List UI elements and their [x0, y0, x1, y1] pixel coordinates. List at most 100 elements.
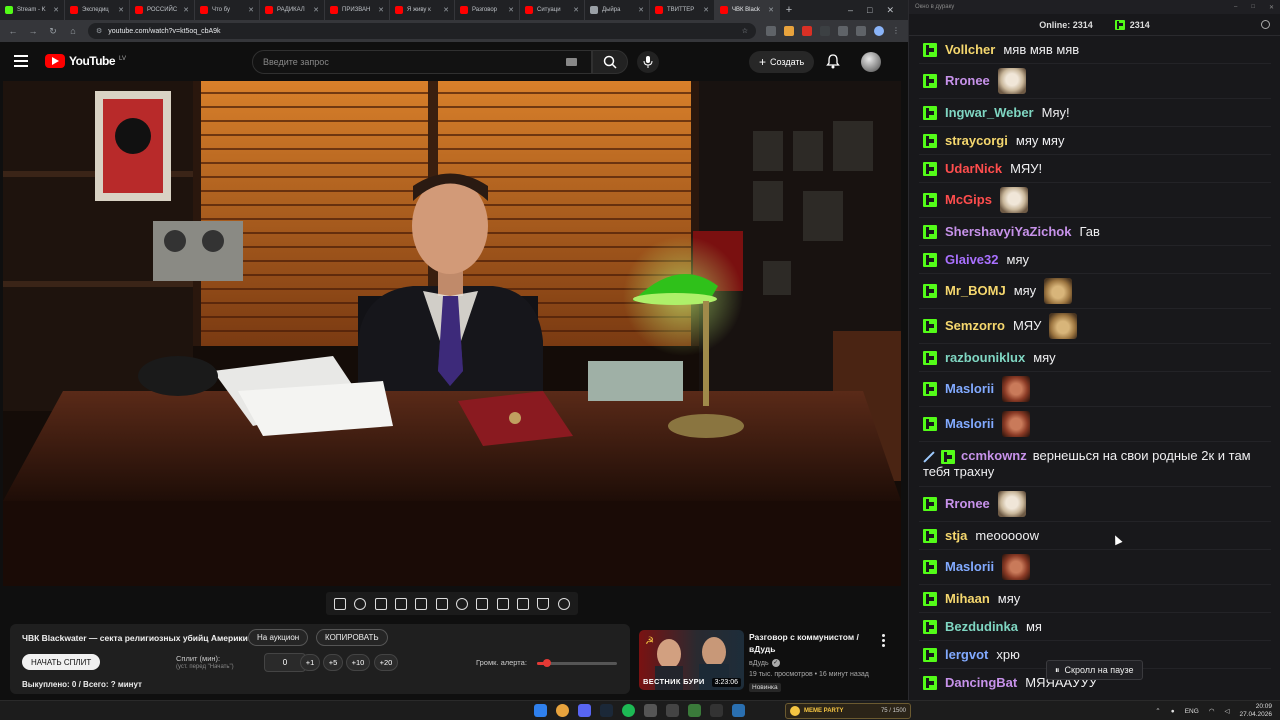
- tab-close-icon[interactable]: ✕: [378, 6, 384, 14]
- tab-close-icon[interactable]: ✕: [313, 6, 319, 14]
- tab-close-icon[interactable]: ✕: [118, 6, 124, 14]
- chat-username[interactable]: Mihaan: [945, 591, 990, 607]
- clapperboard-icon[interactable]: [395, 597, 408, 610]
- close-icon[interactable]: ✕: [886, 5, 894, 16]
- step-plus-20-button[interactable]: +20: [374, 654, 398, 671]
- minimize-icon[interactable]: –: [1234, 4, 1237, 11]
- new-tab-button[interactable]: +: [780, 4, 798, 16]
- home-icon[interactable]: ⌂: [68, 26, 78, 36]
- create-button[interactable]: + Создать: [749, 51, 815, 73]
- recommended-title[interactable]: Разговор с коммунистом / вДудь: [749, 631, 874, 655]
- search-input[interactable]: Введите запрос: [252, 50, 592, 74]
- chat-message-list[interactable]: Vollcher мяв мяв мяв Rronee Ingwar_Weber Мяу…: [919, 36, 1271, 692]
- discord-icon[interactable]: [578, 704, 591, 717]
- minimize-icon[interactable]: –: [848, 5, 853, 16]
- tab-close-icon[interactable]: ✕: [508, 6, 514, 14]
- windows-start-icon[interactable]: [534, 704, 547, 717]
- speed-icon[interactable]: [456, 597, 469, 610]
- chat-settings-icon[interactable]: [1261, 20, 1270, 29]
- language-indicator[interactable]: ENG: [1185, 708, 1199, 715]
- site-info-icon[interactable]: ⚙: [96, 27, 102, 35]
- chat-username[interactable]: stja: [945, 528, 967, 544]
- voice-search-button[interactable]: [637, 51, 659, 73]
- browser-tab[interactable]: РАДИКАЛ ✕: [260, 0, 325, 20]
- extension-icon[interactable]: [802, 26, 812, 36]
- picture-in-picture-icon[interactable]: [415, 597, 428, 610]
- tab-close-icon[interactable]: ✕: [183, 6, 189, 14]
- broadcast-icon[interactable]: [354, 597, 367, 610]
- extension-icon[interactable]: [784, 26, 794, 36]
- gear-icon[interactable]: [557, 597, 570, 610]
- flask-icon[interactable]: [537, 597, 550, 610]
- forward-icon[interactable]: →: [28, 26, 38, 36]
- reload-icon[interactable]: ↻: [48, 26, 58, 37]
- maximize-icon[interactable]: □: [867, 5, 872, 16]
- app-icon[interactable]: [710, 704, 723, 717]
- chat-username[interactable]: ShershavyiYaZichok: [945, 224, 1071, 240]
- chat-username[interactable]: Maslorii: [945, 381, 994, 397]
- camera-icon[interactable]: [517, 597, 530, 610]
- browser-tab[interactable]: Stream - K ✕: [0, 0, 65, 20]
- recommended-channel[interactable]: вДудь ✓: [749, 659, 780, 667]
- edit-icon[interactable]: [476, 597, 489, 610]
- chat-username[interactable]: UdarNick: [945, 161, 1002, 177]
- browser-tab[interactable]: ЧВК Black ✕: [715, 0, 780, 20]
- browser-tab[interactable]: ТВИТТЕР ✕: [650, 0, 715, 20]
- alert-volume-knob[interactable]: [542, 659, 551, 667]
- chat-username[interactable]: ccmkownz: [961, 448, 1027, 463]
- system-clock[interactable]: 20:09 27.04.2026: [1239, 703, 1272, 719]
- tab-close-icon[interactable]: ✕: [573, 6, 579, 14]
- volume-icon[interactable]: ◁: [1224, 707, 1229, 715]
- browser-tab[interactable]: ПРИЗВАН ✕: [325, 0, 390, 20]
- playlist-icon[interactable]: [374, 597, 387, 610]
- profile-avatar[interactable]: [874, 26, 884, 36]
- extension-icon[interactable]: [820, 26, 830, 36]
- tab-close-icon[interactable]: ✕: [443, 6, 449, 14]
- maximize-icon[interactable]: □: [1251, 4, 1255, 11]
- chat-username[interactable]: Maslorii: [945, 559, 994, 575]
- more-actions-icon[interactable]: [882, 634, 885, 647]
- frames-icon[interactable]: [435, 597, 448, 610]
- copy-button[interactable]: КОПИРОВАТЬ: [316, 629, 388, 646]
- chat-username[interactable]: Bezdudinka: [945, 619, 1018, 635]
- browser-tab[interactable]: Я живу к ✕: [390, 0, 455, 20]
- account-avatar[interactable]: [861, 52, 881, 72]
- steam-icon[interactable]: [600, 704, 613, 717]
- recommended-video[interactable]: ☭ ВЕСТНИК БУРИ 3:23:06 Разговор с коммун…: [639, 630, 899, 694]
- youtube-logo[interactable]: YouTube LV: [45, 54, 126, 68]
- keyboard-icon[interactable]: [566, 58, 577, 66]
- tab-close-icon[interactable]: ✕: [638, 6, 644, 14]
- chat-username[interactable]: razbouniklux: [945, 350, 1025, 366]
- chat-username[interactable]: straycorgi: [945, 133, 1008, 149]
- obs-icon[interactable]: [644, 704, 657, 717]
- browser-tab[interactable]: РОССИЙС ✕: [130, 0, 195, 20]
- chat-username[interactable]: Vollcher: [945, 42, 995, 58]
- bookmark-star-icon[interactable]: ☆: [742, 27, 748, 35]
- step-plus-10-button[interactable]: +10: [346, 654, 370, 671]
- extension-icon[interactable]: [766, 26, 776, 36]
- chat-username[interactable]: lergvot: [945, 647, 988, 663]
- back-icon[interactable]: ←: [8, 26, 18, 36]
- spotify-icon[interactable]: [622, 704, 635, 717]
- chat-username[interactable]: Semzorro: [945, 318, 1005, 334]
- microphone-tray-icon[interactable]: ●: [1171, 708, 1175, 715]
- chat-username[interactable]: Maslorii: [945, 416, 994, 432]
- loop-icon[interactable]: [334, 597, 347, 610]
- notifications-bell-icon[interactable]: [826, 54, 840, 69]
- download-icon[interactable]: [856, 26, 866, 36]
- chat-username[interactable]: McGips: [945, 192, 992, 208]
- close-icon[interactable]: ✕: [1269, 4, 1274, 11]
- kebab-menu-icon[interactable]: ⋮: [892, 26, 900, 36]
- video-player[interactable]: [3, 81, 901, 586]
- terminal-icon[interactable]: [666, 704, 679, 717]
- recommended-thumbnail[interactable]: ☭ ВЕСТНИК БУРИ 3:23:06: [639, 630, 744, 690]
- tab-close-icon[interactable]: ✕: [703, 6, 709, 14]
- tab-close-icon[interactable]: ✕: [248, 6, 254, 14]
- search-button[interactable]: [592, 50, 628, 74]
- menu-icon[interactable]: [14, 55, 28, 67]
- meme-party-widget[interactable]: MEME PARTY 75 / 1500: [785, 703, 911, 719]
- chat-username[interactable]: Mr_BOMJ: [945, 283, 1006, 299]
- chat-username[interactable]: Rronee: [945, 496, 990, 512]
- browser-tab[interactable]: Экспедиц ✕: [65, 0, 130, 20]
- step-plus-1-button[interactable]: +1: [300, 654, 320, 671]
